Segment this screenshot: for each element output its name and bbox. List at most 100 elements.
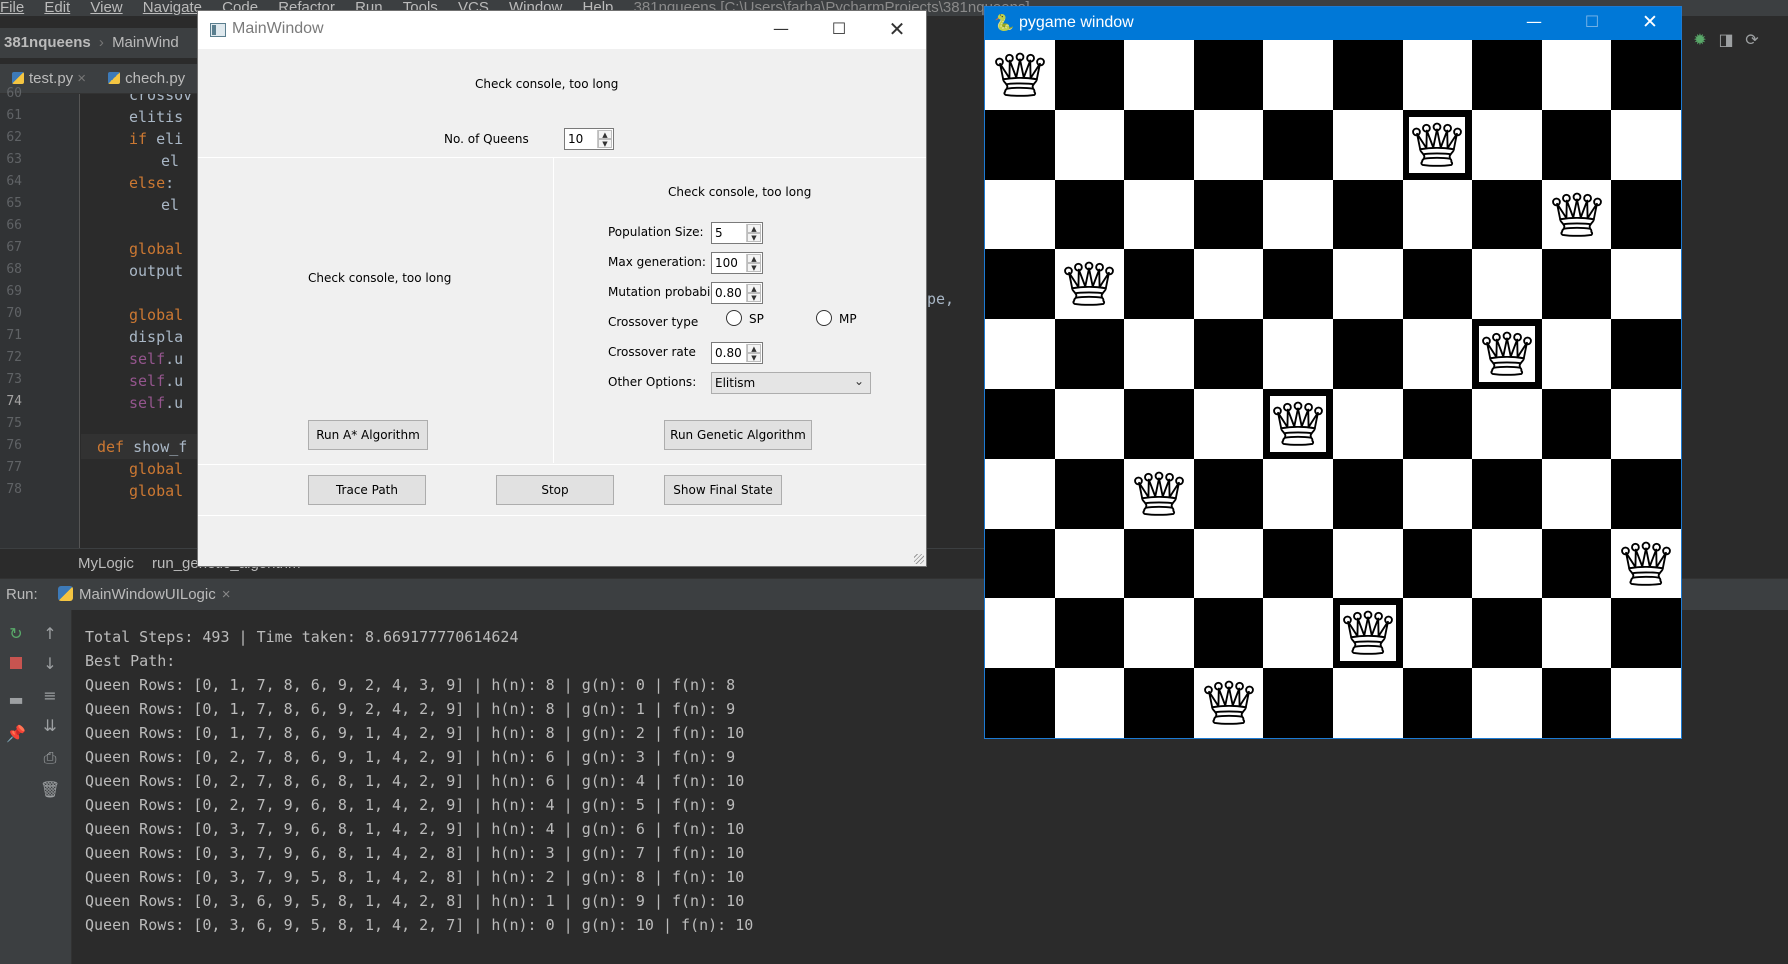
board-square[interactable] <box>1124 179 1194 250</box>
board-square[interactable] <box>1333 179 1403 250</box>
board-square[interactable] <box>985 458 1055 529</box>
board-square[interactable] <box>1193 598 1264 669</box>
board-square[interactable] <box>985 249 1055 320</box>
spin-down-icon[interactable]: ▼ <box>747 353 761 362</box>
board-square[interactable] <box>1263 668 1333 738</box>
board-square[interactable] <box>1333 528 1403 599</box>
board-square[interactable] <box>985 668 1055 738</box>
board-square[interactable] <box>1611 249 1681 320</box>
code-editor[interactable]: crossov elitis if eli el else: el global output… <box>81 94 201 548</box>
maximize-button[interactable]: ☐ <box>810 11 868 49</box>
board-square[interactable] <box>1541 109 1612 180</box>
other-options-dropdown[interactable]: Elitism ⌄ <box>711 372 871 394</box>
board-square[interactable] <box>1402 668 1473 738</box>
board-square[interactable] <box>1263 179 1333 250</box>
minimize-button[interactable]: — <box>1505 7 1563 40</box>
crossover-rate-spinbox[interactable]: 0.80 ▲ ▼ <box>711 342 763 364</box>
close-icon[interactable]: × <box>77 70 86 87</box>
board-square[interactable] <box>1124 40 1194 110</box>
board-square[interactable] <box>1054 109 1125 180</box>
menu-navigate[interactable]: Navigate <box>143 0 202 15</box>
board-square[interactable] <box>985 528 1055 599</box>
board-square[interactable] <box>1611 668 1681 738</box>
board-square[interactable] <box>1472 528 1542 599</box>
file-crumb[interactable]: MainWind <box>112 34 179 51</box>
board-square[interactable] <box>1124 528 1194 599</box>
board-square[interactable] <box>1402 528 1473 599</box>
spin-up-icon[interactable]: ▲ <box>598 130 612 139</box>
crossover-mp-radio[interactable] <box>816 310 832 326</box>
board-square[interactable] <box>1263 319 1333 389</box>
board-square[interactable] <box>985 109 1055 180</box>
board-square[interactable] <box>1333 109 1403 180</box>
board-square[interactable] <box>1124 389 1194 459</box>
resize-grip-icon[interactable] <box>914 554 924 564</box>
board-square[interactable] <box>1193 528 1264 599</box>
menu-file[interactable]: File <box>0 0 24 15</box>
board-square[interactable] <box>985 598 1055 669</box>
spin-up-icon[interactable]: ▲ <box>747 224 761 233</box>
spin-down-icon[interactable]: ▼ <box>747 293 761 302</box>
board-square[interactable] <box>1124 668 1194 738</box>
board-square[interactable] <box>1263 598 1333 669</box>
scroll-to-end-icon[interactable]: ⇊ <box>40 716 60 736</box>
board-square[interactable] <box>1333 249 1403 320</box>
board-square[interactable] <box>1611 319 1681 389</box>
coverage-icon[interactable]: ◨ <box>1716 30 1736 50</box>
board-square[interactable] <box>985 389 1055 459</box>
board-square[interactable] <box>1333 668 1403 738</box>
board-square[interactable] <box>1263 458 1333 529</box>
trace-path-button[interactable]: Trace Path <box>308 475 426 505</box>
board-square[interactable] <box>1333 389 1403 459</box>
board-square[interactable] <box>1472 389 1542 459</box>
print-icon[interactable]: ⎙ <box>40 748 60 768</box>
arrow-up-icon[interactable]: ↑ <box>40 624 60 644</box>
board-square[interactable] <box>1263 40 1333 110</box>
spin-up-icon[interactable]: ▲ <box>747 254 761 263</box>
board-square[interactable] <box>1402 389 1473 459</box>
tab-chech-py[interactable]: chech.py <box>96 64 191 93</box>
minimize-button[interactable]: — <box>752 11 810 49</box>
layout-icon[interactable]: ▬ <box>6 690 26 710</box>
board-square[interactable] <box>1193 109 1264 180</box>
board-square[interactable] <box>1333 458 1403 529</box>
board-square[interactable] <box>1193 179 1264 250</box>
board-square[interactable] <box>1541 668 1612 738</box>
spin-down-icon[interactable]: ▼ <box>747 233 761 242</box>
board-square[interactable] <box>1611 109 1681 180</box>
board-square[interactable] <box>1263 109 1333 180</box>
board-square[interactable] <box>1541 249 1612 320</box>
board-square[interactable] <box>1124 598 1194 669</box>
board-square[interactable] <box>1124 319 1194 389</box>
run-genetic-button[interactable]: Run Genetic Algorithm <box>664 420 812 450</box>
board-square[interactable] <box>1611 389 1681 459</box>
run-astar-button[interactable]: Run A* Algorithm <box>308 420 428 450</box>
main-window-titlebar[interactable]: MainWindow — ☐ ✕ <box>198 11 926 49</box>
board-square[interactable] <box>1402 249 1473 320</box>
board-square[interactable] <box>1541 319 1612 389</box>
debug-icon[interactable]: ✹ <box>1690 30 1710 50</box>
board-square[interactable] <box>1472 458 1542 529</box>
board-square[interactable] <box>1472 249 1542 320</box>
crossover-sp-radio[interactable] <box>726 310 742 326</box>
show-final-state-button[interactable]: Show Final State <box>664 475 782 505</box>
board-square[interactable] <box>1054 668 1125 738</box>
trash-icon[interactable]: 🗑 <box>40 780 60 800</box>
spin-down-icon[interactable]: ▼ <box>747 263 761 272</box>
rerun-icon[interactable]: ↻ <box>6 624 26 644</box>
board-square[interactable] <box>1193 319 1264 389</box>
menu-view[interactable]: View <box>90 0 122 15</box>
board-square[interactable] <box>1124 249 1194 320</box>
board-square[interactable] <box>985 319 1055 389</box>
board-square[interactable] <box>1193 389 1264 459</box>
board-square[interactable] <box>1472 598 1542 669</box>
board-square[interactable] <box>1611 179 1681 250</box>
board-square[interactable] <box>1611 598 1681 669</box>
board-square[interactable] <box>1541 389 1612 459</box>
board-square[interactable] <box>1054 319 1125 389</box>
board-square[interactable] <box>1054 528 1125 599</box>
board-square[interactable] <box>1472 179 1542 250</box>
pin-icon[interactable]: 📌 <box>6 724 26 744</box>
close-icon[interactable]: × <box>222 586 231 603</box>
board-square[interactable] <box>1541 40 1612 110</box>
